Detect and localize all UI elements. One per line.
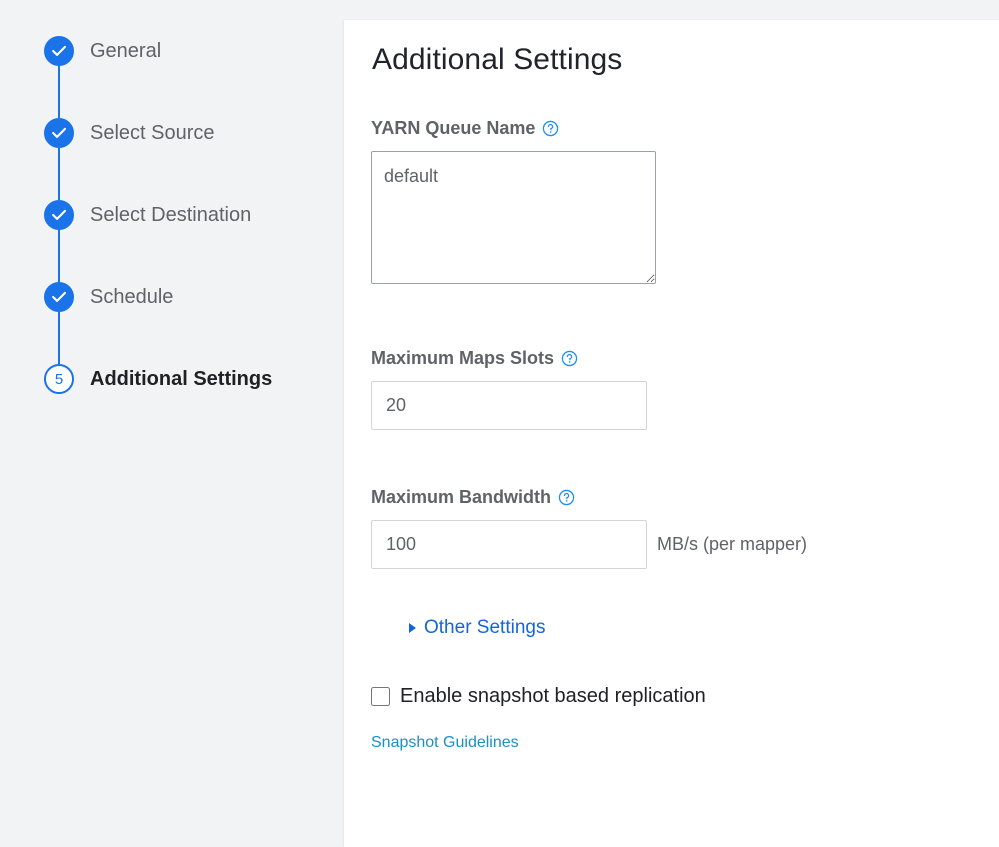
stepper-label: Additional Settings: [90, 364, 272, 394]
help-circle-icon[interactable]: [542, 120, 559, 137]
check-icon: [44, 118, 74, 148]
field-label: YARN Queue Name: [371, 118, 656, 139]
field-maximum-bandwidth: Maximum Bandwidth MB/s (per mapper): [371, 487, 807, 569]
check-icon: [44, 36, 74, 66]
yarn-queue-name-textarea[interactable]: default: [371, 151, 656, 284]
check-icon: [44, 200, 74, 230]
stepper-item-additional-settings[interactable]: 5 Additional Settings: [0, 364, 344, 394]
help-circle-icon[interactable]: [561, 350, 578, 367]
triangle-right-icon: [409, 623, 416, 633]
help-circle-icon[interactable]: [558, 489, 575, 506]
wizard-stepper-sidebar: General Select Source Select Desti: [0, 0, 344, 847]
stepper-list: General Select Source Select Desti: [0, 36, 344, 394]
stepper-label: Select Source: [90, 118, 215, 148]
stepper-label: Schedule: [90, 282, 173, 312]
step-number-badge: 5: [44, 364, 74, 394]
maximum-map-slots-label: Maximum Maps Slots: [371, 348, 554, 369]
field-label: Maximum Bandwidth: [371, 487, 807, 508]
stepper-item-schedule[interactable]: Schedule: [0, 282, 344, 364]
maximum-map-slots-input[interactable]: [371, 381, 647, 430]
yarn-queue-name-label: YARN Queue Name: [371, 118, 535, 139]
check-icon: [44, 282, 74, 312]
field-label: Maximum Maps Slots: [371, 348, 647, 369]
page-title: Additional Settings: [372, 43, 622, 77]
maximum-bandwidth-input[interactable]: [371, 520, 647, 569]
enable-snapshot-replication-label: Enable snapshot based replication: [400, 685, 706, 708]
snapshot-guidelines-link[interactable]: Snapshot Guidelines: [371, 734, 519, 752]
stepper-item-select-destination[interactable]: Select Destination: [0, 200, 344, 282]
additional-settings-wizard: General Select Source Select Desti: [0, 0, 999, 847]
stepper-item-general[interactable]: General: [0, 36, 344, 118]
enable-snapshot-replication-checkbox[interactable]: [371, 687, 390, 706]
stepper-label: Select Destination: [90, 200, 251, 230]
stepper-item-select-source[interactable]: Select Source: [0, 118, 344, 200]
other-settings-toggle[interactable]: Other Settings: [409, 617, 545, 639]
maximum-bandwidth-row: MB/s (per mapper): [371, 508, 807, 569]
maximum-bandwidth-label: Maximum Bandwidth: [371, 487, 551, 508]
maximum-bandwidth-unit: MB/s (per mapper): [657, 534, 807, 555]
enable-snapshot-replication-row[interactable]: Enable snapshot based replication: [371, 685, 706, 708]
field-maximum-map-slots: Maximum Maps Slots: [371, 348, 647, 430]
field-yarn-queue-name: YARN Queue Name default: [371, 118, 656, 289]
additional-settings-panel: Additional Settings YARN Queue Name defa…: [344, 20, 999, 847]
other-settings-label: Other Settings: [424, 617, 545, 639]
stepper-label: General: [90, 36, 161, 66]
